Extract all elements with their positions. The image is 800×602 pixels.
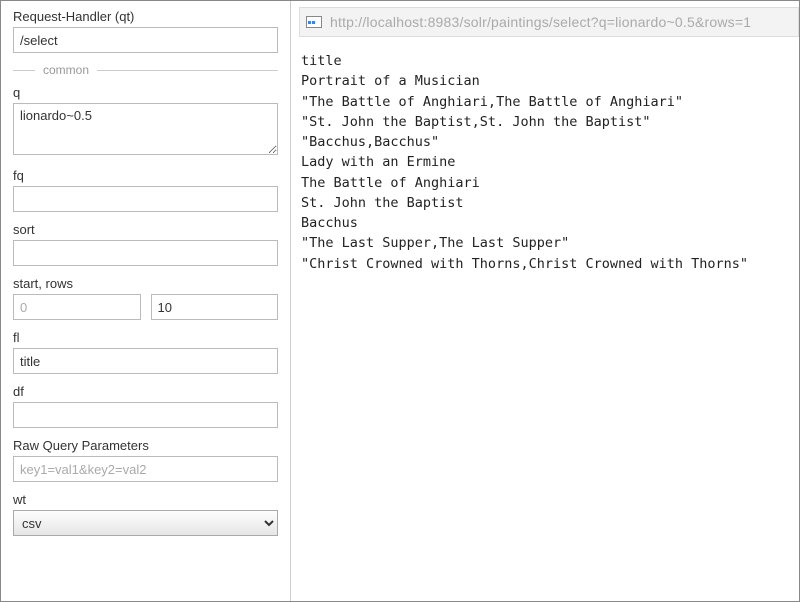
start-rows-group: start, rows bbox=[13, 276, 278, 320]
app-container: Request-Handler (qt) common q fq sort st… bbox=[1, 1, 799, 601]
raw-query-group: Raw Query Parameters bbox=[13, 438, 278, 482]
sort-input[interactable] bbox=[13, 240, 278, 266]
df-label: df bbox=[13, 384, 278, 399]
fq-input[interactable] bbox=[13, 186, 278, 212]
common-fieldset-label: common bbox=[13, 63, 278, 77]
link-icon bbox=[306, 16, 322, 28]
q-input[interactable] bbox=[13, 103, 278, 155]
request-handler-input[interactable] bbox=[13, 27, 278, 53]
sort-label: sort bbox=[13, 222, 278, 237]
query-form-panel: Request-Handler (qt) common q fq sort st… bbox=[1, 1, 291, 601]
query-url-text: http://localhost:8983/solr/paintings/sel… bbox=[330, 14, 751, 30]
fl-label: fl bbox=[13, 330, 278, 345]
start-rows-label: start, rows bbox=[13, 276, 278, 291]
wt-label: wt bbox=[13, 492, 278, 507]
wt-select[interactable]: csv bbox=[13, 510, 278, 536]
raw-query-label: Raw Query Parameters bbox=[13, 438, 278, 453]
q-label: q bbox=[13, 85, 278, 100]
query-url-bar[interactable]: http://localhost:8983/solr/paintings/sel… bbox=[299, 7, 799, 37]
q-group: q bbox=[13, 85, 278, 158]
request-handler-group: Request-Handler (qt) bbox=[13, 9, 278, 53]
rows-input[interactable] bbox=[151, 294, 279, 320]
df-group: df bbox=[13, 384, 278, 428]
results-output: title Portrait of a Musician "The Battle… bbox=[299, 37, 799, 274]
sort-group: sort bbox=[13, 222, 278, 266]
start-input[interactable] bbox=[13, 294, 141, 320]
wt-group: wt csv bbox=[13, 492, 278, 536]
fq-label: fq bbox=[13, 168, 278, 183]
fq-group: fq bbox=[13, 168, 278, 212]
results-panel: http://localhost:8983/solr/paintings/sel… bbox=[291, 1, 799, 601]
fl-group: fl bbox=[13, 330, 278, 374]
raw-query-input[interactable] bbox=[13, 456, 278, 482]
df-input[interactable] bbox=[13, 402, 278, 428]
request-handler-label: Request-Handler (qt) bbox=[13, 9, 278, 24]
fl-input[interactable] bbox=[13, 348, 278, 374]
